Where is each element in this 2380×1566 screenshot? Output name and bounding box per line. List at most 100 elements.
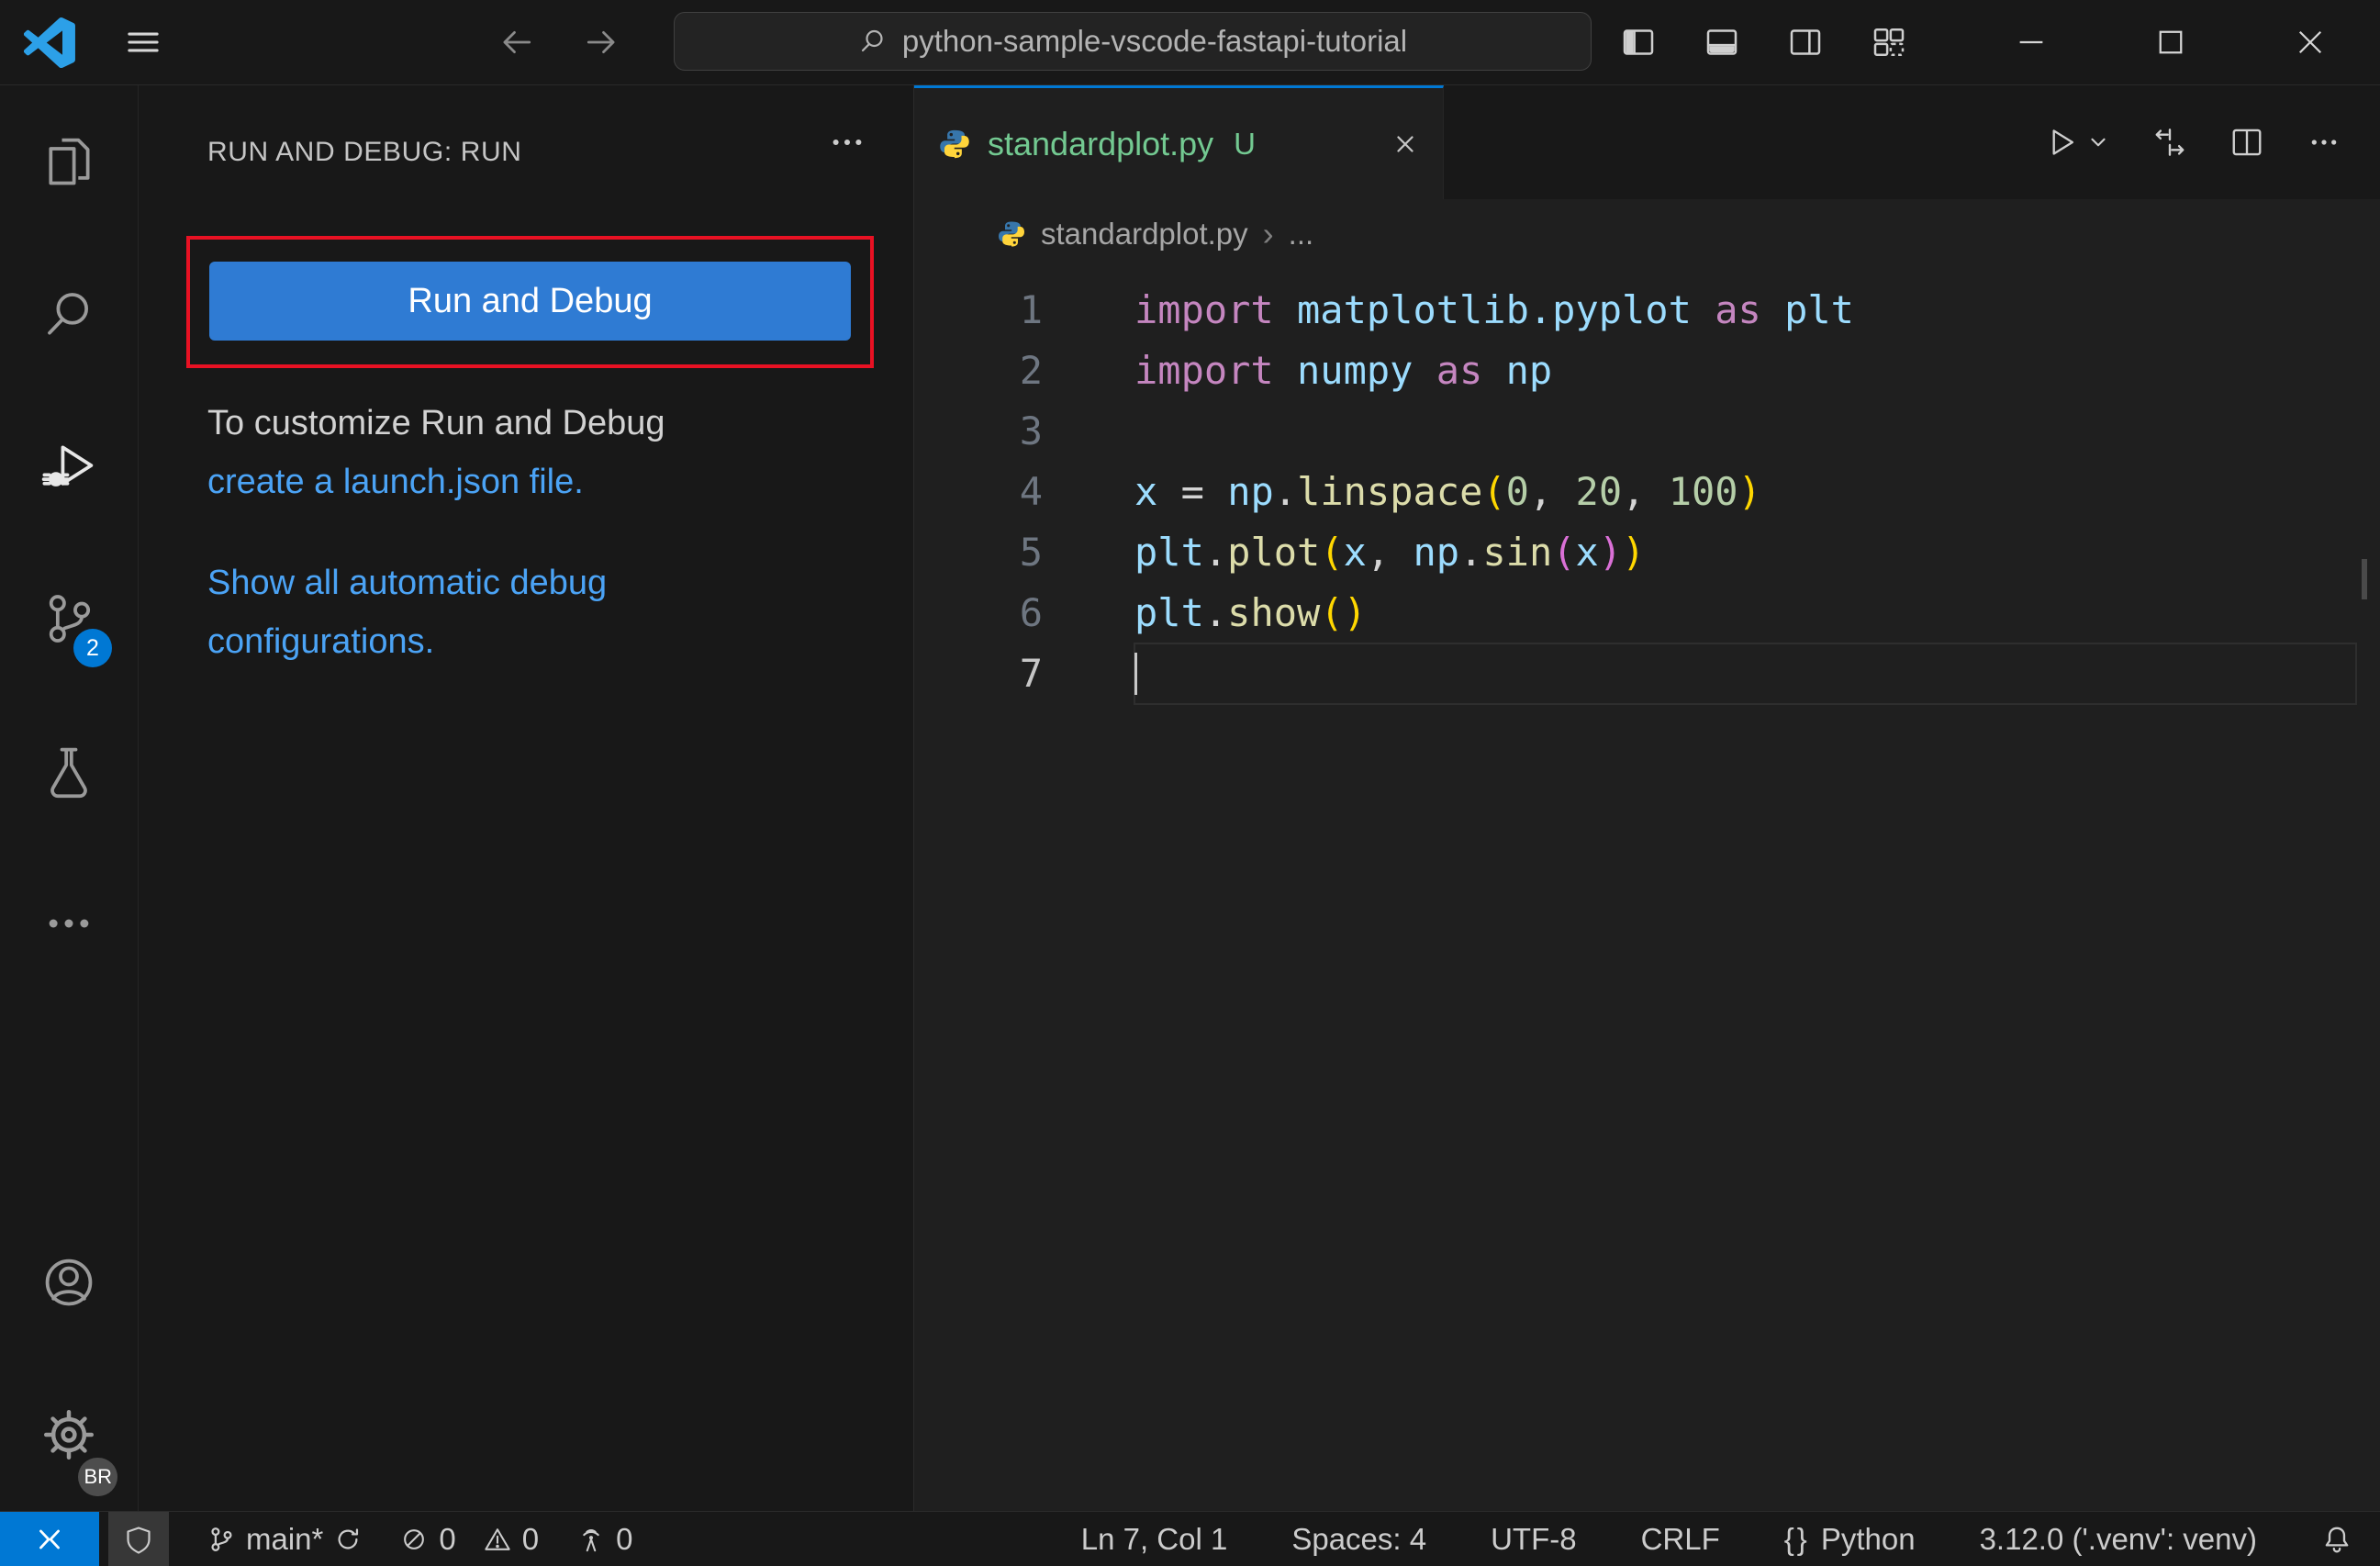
- status-bar: main* 0 0 0 Ln 7, Col 1 Spaces: 4 UTF-8 …: [0, 1511, 2380, 1566]
- create-launch-json-link[interactable]: create a launch.json file.: [207, 463, 584, 501]
- accounts-button[interactable]: [0, 1206, 138, 1359]
- gear-icon: [41, 1407, 96, 1462]
- code-line[interactable]: 1 import matplotlib.pyplot as plt: [914, 280, 2380, 341]
- back-arrow-icon[interactable]: [498, 24, 535, 61]
- indentation-status[interactable]: Spaces: 4: [1291, 1522, 1426, 1557]
- sidebar-item-run-and-debug[interactable]: [0, 390, 138, 543]
- vscode-logo-icon: [24, 17, 75, 68]
- encoding-status[interactable]: UTF-8: [1491, 1522, 1577, 1557]
- line-number: 4: [1019, 469, 1043, 514]
- toggle-secondary-sidebar-icon[interactable]: [1763, 24, 1847, 61]
- overview-ruler-marker: [2362, 559, 2367, 599]
- sidebar-item-explorer[interactable]: [0, 85, 138, 238]
- status-left: main* 0 0 0: [0, 1512, 632, 1566]
- views-and-more-actions-icon[interactable]: [827, 122, 867, 162]
- beaker-icon: [41, 744, 96, 799]
- sidebar-item-testing[interactable]: [0, 695, 138, 847]
- show-all-configurations: Show all automatic debug configurations.: [207, 554, 744, 671]
- code-line[interactable]: 3: [914, 401, 2380, 462]
- customize-hint: To customize Run and Debug create a laun…: [207, 394, 744, 511]
- git-status-badge: U: [1234, 126, 1257, 161]
- close-tab-icon[interactable]: [1391, 130, 1419, 158]
- notifications-bell-icon[interactable]: [2321, 1524, 2352, 1555]
- code-line[interactable]: 4 x = np.linspace(0, 20, 100): [914, 462, 2380, 522]
- customize-layout-icon[interactable]: [1847, 24, 1930, 61]
- open-changes-icon[interactable]: [2152, 125, 2187, 160]
- code-line[interactable]: 2 import numpy as np: [914, 341, 2380, 401]
- breadcrumb-more[interactable]: ...: [1289, 217, 1314, 252]
- editor-group: standardplot.py U standardplot.py › ... …: [914, 85, 2380, 1511]
- text-cursor: [1134, 653, 1137, 695]
- sync-icon[interactable]: [334, 1526, 362, 1553]
- close-window-button[interactable]: [2240, 0, 2380, 84]
- code-line[interactable]: 6 plt.show(): [914, 583, 2380, 643]
- ellipsis-icon: [41, 896, 96, 951]
- run-dropdown-chevron-icon[interactable]: [2086, 130, 2110, 154]
- toggle-panel-icon[interactable]: [1680, 24, 1763, 61]
- files-icon: [41, 134, 96, 189]
- maximize-button[interactable]: [2101, 0, 2240, 84]
- error-icon: [400, 1526, 428, 1553]
- nav-arrows: [498, 0, 620, 84]
- code-text: plt.show(): [1134, 590, 1367, 635]
- workspace-trust-button[interactable]: [108, 1512, 169, 1566]
- code-text: [1134, 643, 2357, 705]
- breadcrumb[interactable]: standardplot.py › ...: [914, 199, 2380, 269]
- forward-arrow-icon[interactable]: [583, 24, 620, 61]
- sidebar-item-more-views[interactable]: [0, 847, 138, 1000]
- language-status[interactable]: {} Python: [1784, 1522, 1916, 1557]
- error-count: 0: [439, 1521, 456, 1556]
- status-right: Ln 7, Col 1 Spaces: 4 UTF-8 CRLF {} Pyth…: [1081, 1522, 2380, 1557]
- code-line[interactable]: 7: [914, 643, 2380, 705]
- sidebar-item-search[interactable]: [0, 238, 138, 390]
- line-number: 6: [1019, 590, 1043, 635]
- braces-icon: {}: [1783, 1521, 1810, 1556]
- python-interpreter-status[interactable]: 3.12.0 ('.venv': venv): [1980, 1522, 2257, 1557]
- git-branch-status[interactable]: main*: [207, 1522, 362, 1557]
- run-and-debug-panel: RUN AND DEBUG: RUN Run and Debug To cust…: [139, 85, 914, 1511]
- workbench: 2 BR RUN AND DEBUG: RUN Run and Debug To…: [0, 85, 2380, 1511]
- cursor-position[interactable]: Ln 7, Col 1: [1081, 1522, 1228, 1557]
- code-line[interactable]: 5 plt.plot(x, np.sin(x)): [914, 522, 2380, 583]
- run-and-debug-icon: [41, 439, 96, 494]
- breadcrumb-file[interactable]: standardplot.py: [1041, 217, 1248, 252]
- customize-hint-text: To customize Run and Debug: [207, 404, 665, 442]
- branch-icon: [207, 1526, 235, 1553]
- python-file-icon: [997, 219, 1026, 249]
- python-file-icon: [938, 128, 971, 161]
- code-text: import numpy as np: [1134, 348, 1553, 393]
- ports-count: 0: [616, 1521, 633, 1556]
- source-control-badge: 2: [73, 629, 112, 667]
- title-bar: python-sample-vscode-fastapi-tutorial: [0, 0, 2380, 85]
- sidebar-item-source-control[interactable]: 2: [0, 543, 138, 695]
- line-number: 2: [1019, 348, 1043, 393]
- code-text: import matplotlib.pyplot as plt: [1134, 287, 1854, 332]
- toggle-primary-sidebar-icon[interactable]: [1596, 24, 1680, 61]
- layout-controls: [1596, 24, 1930, 61]
- show-all-configurations-link[interactable]: Show all automatic debug configurations.: [207, 564, 607, 661]
- warning-icon: [484, 1526, 511, 1553]
- language-name: Python: [1820, 1521, 1916, 1556]
- line-number: 7: [1019, 651, 1043, 696]
- vscode-window: python-sample-vscode-fastapi-tutorial 2 …: [0, 0, 2380, 1566]
- code-editor[interactable]: 1 import matplotlib.pyplot as plt 2 import …: [914, 269, 2380, 1511]
- remote-indicator[interactable]: [0, 1512, 99, 1566]
- code-text: x = np.linspace(0, 20, 100): [1134, 469, 1761, 514]
- run-python-file-button[interactable]: [2044, 125, 2110, 160]
- editor-actions: [2044, 85, 2380, 199]
- split-editor-icon[interactable]: [2229, 125, 2264, 160]
- more-actions-icon[interactable]: [2307, 125, 2341, 160]
- eol-status[interactable]: CRLF: [1641, 1522, 1720, 1557]
- command-center-search[interactable]: python-sample-vscode-fastapi-tutorial: [674, 12, 1592, 71]
- minimize-button[interactable]: [1961, 0, 2101, 84]
- menu-icon[interactable]: [123, 22, 163, 62]
- ports-status[interactable]: 0: [577, 1522, 632, 1557]
- run-and-debug-button[interactable]: Run and Debug: [209, 262, 851, 341]
- problems-status[interactable]: 0 0: [400, 1522, 539, 1557]
- radio-tower-icon: [577, 1526, 605, 1553]
- tab-label: standardplot.py: [988, 124, 1214, 162]
- profile-badge: BR: [78, 1458, 117, 1496]
- tab-standardplot[interactable]: standardplot.py U: [914, 85, 1444, 199]
- settings-button[interactable]: BR: [0, 1359, 138, 1511]
